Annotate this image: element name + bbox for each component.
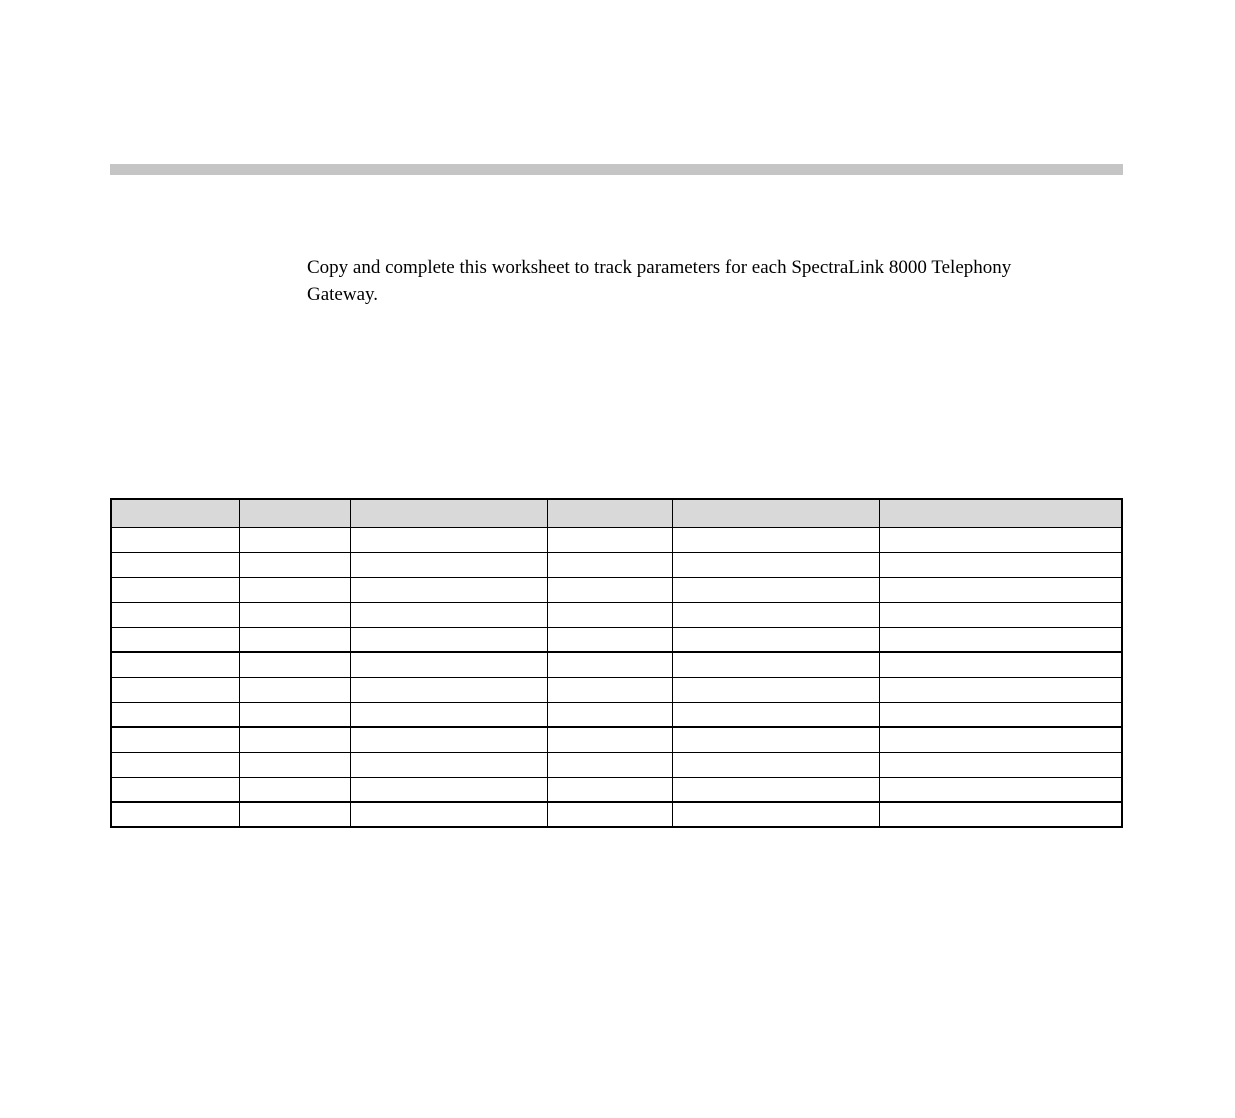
table-header [672, 499, 879, 527]
table-row [111, 727, 1122, 752]
table-header [351, 499, 548, 527]
table-cell [351, 752, 548, 777]
table-cell [672, 527, 879, 552]
table-cell [239, 802, 350, 827]
table-cell [879, 577, 1122, 602]
table-header [239, 499, 350, 527]
table-cell [111, 602, 239, 627]
header-divider [110, 164, 1123, 175]
table-row [111, 777, 1122, 802]
intro-text: Copy and complete this worksheet to trac… [307, 255, 1085, 308]
table-header [879, 499, 1122, 527]
table-cell [548, 727, 672, 752]
table-cell [879, 727, 1122, 752]
table-cell [879, 627, 1122, 652]
table-cell [548, 602, 672, 627]
table-row [111, 702, 1122, 727]
table-cell [111, 652, 239, 677]
table-header [111, 499, 239, 527]
table-cell [548, 752, 672, 777]
table-cell [111, 777, 239, 802]
table-cell [672, 702, 879, 727]
table-cell [111, 802, 239, 827]
table-cell [879, 552, 1122, 577]
table-cell [879, 802, 1122, 827]
table-cell [239, 752, 350, 777]
table-cell [239, 552, 350, 577]
table-cell [548, 552, 672, 577]
table-cell [672, 627, 879, 652]
table-cell [111, 527, 239, 552]
table-header-row [111, 499, 1122, 527]
table-cell [672, 602, 879, 627]
table-cell [351, 552, 548, 577]
table-cell [548, 627, 672, 652]
table-header [548, 499, 672, 527]
table-cell [351, 602, 548, 627]
table-cell [879, 752, 1122, 777]
table-row [111, 602, 1122, 627]
table-cell [548, 702, 672, 727]
worksheet-table [110, 498, 1123, 828]
table-cell [239, 577, 350, 602]
table-cell [672, 577, 879, 602]
table-cell [239, 627, 350, 652]
table-cell [111, 752, 239, 777]
table-cell [351, 627, 548, 652]
table-cell [111, 702, 239, 727]
table-cell [879, 777, 1122, 802]
table-cell [351, 777, 548, 802]
table-row [111, 752, 1122, 777]
table-cell [239, 727, 350, 752]
table-cell [548, 802, 672, 827]
table-cell [239, 702, 350, 727]
table-cell [672, 802, 879, 827]
table-cell [548, 527, 672, 552]
table-cell [111, 627, 239, 652]
table-cell [879, 527, 1122, 552]
table-cell [672, 777, 879, 802]
table-cell [672, 677, 879, 702]
table-cell [351, 527, 548, 552]
table-cell [672, 752, 879, 777]
table-cell [239, 777, 350, 802]
table-cell [239, 602, 350, 627]
table-cell [351, 802, 548, 827]
table-cell [111, 727, 239, 752]
table-cell [548, 577, 672, 602]
worksheet-table-wrap [110, 498, 1123, 828]
table-cell [879, 602, 1122, 627]
table-cell [239, 677, 350, 702]
table-cell [351, 677, 548, 702]
table-cell [239, 652, 350, 677]
table-row [111, 577, 1122, 602]
table-cell [879, 652, 1122, 677]
table-cell [111, 552, 239, 577]
table-row [111, 802, 1122, 827]
table-row [111, 677, 1122, 702]
table-cell [351, 727, 548, 752]
table-cell [111, 677, 239, 702]
table-cell [548, 652, 672, 677]
table-cell [672, 652, 879, 677]
table-cell [879, 702, 1122, 727]
table-row [111, 527, 1122, 552]
table-cell [548, 777, 672, 802]
table-cell [239, 527, 350, 552]
table-cell [111, 577, 239, 602]
table-cell [672, 552, 879, 577]
table-cell [672, 727, 879, 752]
table-row [111, 627, 1122, 652]
table-row [111, 552, 1122, 577]
table-cell [351, 652, 548, 677]
table-row [111, 652, 1122, 677]
table-cell [351, 702, 548, 727]
page: Copy and complete this worksheet to trac… [0, 164, 1235, 828]
table-cell [879, 677, 1122, 702]
table-cell [351, 577, 548, 602]
table-cell [548, 677, 672, 702]
